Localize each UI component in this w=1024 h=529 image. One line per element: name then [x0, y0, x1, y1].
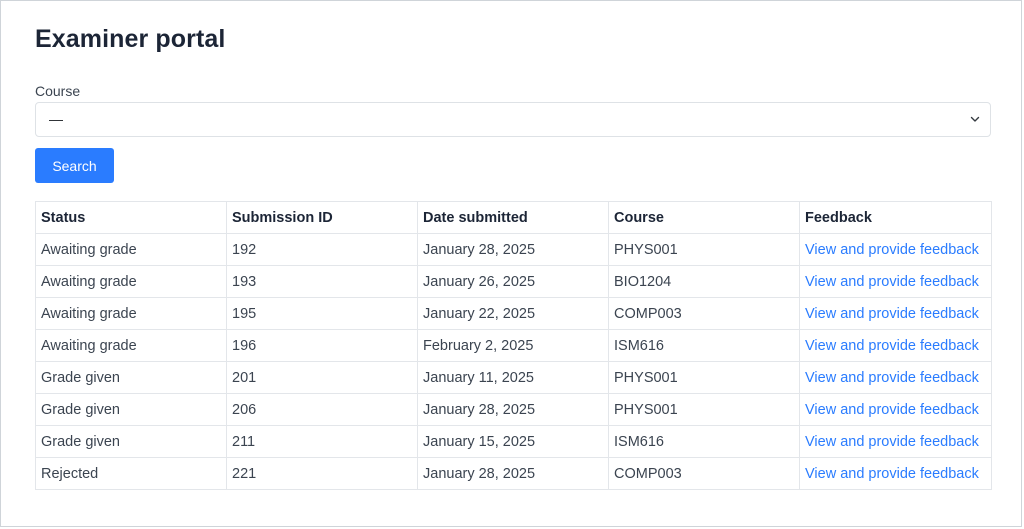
course-select[interactable]: —	[35, 102, 991, 137]
feedback-link[interactable]: View and provide feedback	[805, 466, 979, 482]
table-header-row: Status Submission ID Date submitted Cour…	[35, 201, 992, 234]
submission-id-cell: 196	[226, 329, 418, 362]
feedback-link[interactable]: View and provide feedback	[805, 306, 979, 322]
date-cell: January 22, 2025	[417, 297, 609, 330]
submission-id-cell: 221	[226, 457, 418, 490]
course-cell: COMP003	[608, 297, 800, 330]
date-cell: January 26, 2025	[417, 265, 609, 298]
submissions-table: Status Submission ID Date submitted Cour…	[35, 201, 992, 490]
status-cell: Grade given	[35, 425, 227, 458]
page-title: Examiner portal	[35, 25, 226, 53]
submission-id-cell: 195	[226, 297, 418, 330]
feedback-link[interactable]: View and provide feedback	[805, 370, 979, 386]
date-cell: February 2, 2025	[417, 329, 609, 362]
table-row: Grade given 211 January 15, 2025 ISM616 …	[35, 425, 992, 458]
table-row: Awaiting grade 193 January 26, 2025 BIO1…	[35, 265, 992, 298]
date-cell: January 28, 2025	[417, 393, 609, 426]
course-cell: ISM616	[608, 425, 800, 458]
feedback-link[interactable]: View and provide feedback	[805, 402, 979, 418]
course-cell: PHYS001	[608, 361, 800, 394]
column-header-feedback: Feedback	[799, 201, 992, 234]
feedback-cell: View and provide feedback	[799, 361, 992, 394]
status-cell: Awaiting grade	[35, 233, 227, 266]
column-header-course: Course	[608, 201, 800, 234]
date-cell: January 11, 2025	[417, 361, 609, 394]
submission-id-cell: 193	[226, 265, 418, 298]
feedback-link[interactable]: View and provide feedback	[805, 274, 979, 290]
status-cell: Awaiting grade	[35, 297, 227, 330]
submission-id-cell: 206	[226, 393, 418, 426]
search-button[interactable]: Search	[35, 148, 114, 183]
status-cell: Grade given	[35, 361, 227, 394]
column-header-submission-id: Submission ID	[226, 201, 418, 234]
column-header-status: Status	[35, 201, 227, 234]
feedback-cell: View and provide feedback	[799, 329, 992, 362]
submission-id-cell: 211	[226, 425, 418, 458]
feedback-cell: View and provide feedback	[799, 297, 992, 330]
feedback-cell: View and provide feedback	[799, 233, 992, 266]
feedback-cell: View and provide feedback	[799, 265, 992, 298]
date-cell: January 15, 2025	[417, 425, 609, 458]
course-cell: BIO1204	[608, 265, 800, 298]
feedback-cell: View and provide feedback	[799, 457, 992, 490]
table-row: Rejected 221 January 28, 2025 COMP003 Vi…	[35, 457, 992, 490]
page-frame: Examiner portal Course — Search Status S…	[0, 0, 1022, 527]
table-row: Awaiting grade 192 January 28, 2025 PHYS…	[35, 233, 992, 266]
status-cell: Awaiting grade	[35, 265, 227, 298]
feedback-link[interactable]: View and provide feedback	[805, 242, 979, 258]
feedback-link[interactable]: View and provide feedback	[805, 434, 979, 450]
submission-id-cell: 192	[226, 233, 418, 266]
submission-id-cell: 201	[226, 361, 418, 394]
table-row: Grade given 206 January 28, 2025 PHYS001…	[35, 393, 992, 426]
status-cell: Awaiting grade	[35, 329, 227, 362]
column-header-date-submitted: Date submitted	[417, 201, 609, 234]
feedback-cell: View and provide feedback	[799, 425, 992, 458]
date-cell: January 28, 2025	[417, 457, 609, 490]
course-cell: PHYS001	[608, 233, 800, 266]
course-cell: ISM616	[608, 329, 800, 362]
date-cell: January 28, 2025	[417, 233, 609, 266]
course-label: Course	[35, 83, 81, 99]
status-cell: Grade given	[35, 393, 227, 426]
feedback-link[interactable]: View and provide feedback	[805, 338, 979, 354]
course-select-value: —	[49, 111, 63, 127]
course-cell: COMP003	[608, 457, 800, 490]
course-cell: PHYS001	[608, 393, 800, 426]
table-row: Awaiting grade 195 January 22, 2025 COMP…	[35, 297, 992, 330]
status-cell: Rejected	[35, 457, 227, 490]
table-row: Grade given 201 January 11, 2025 PHYS001…	[35, 361, 992, 394]
feedback-cell: View and provide feedback	[799, 393, 992, 426]
chevron-down-icon	[970, 116, 980, 122]
table-row: Awaiting grade 196 February 2, 2025 ISM6…	[35, 329, 992, 362]
